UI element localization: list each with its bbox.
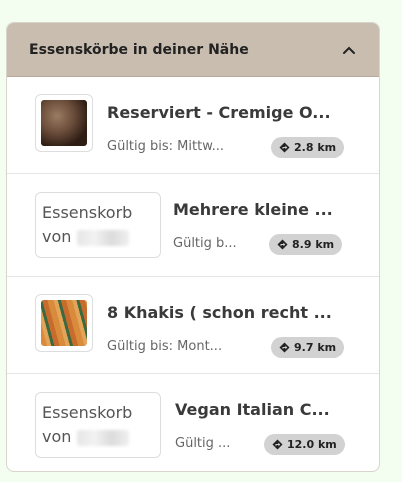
basket-valid-until: Gültig b... — [173, 236, 237, 251]
distance-value: 2.8 km — [294, 141, 337, 154]
basket-thumbnail-placeholder: Essenskorb von — [35, 392, 161, 458]
distance-badge: 8.9 km — [269, 234, 343, 255]
basket-title: Vegan Italian C... — [175, 400, 330, 419]
basket-thumbnail-placeholder: Essenskorb von — [35, 192, 161, 258]
panel-header[interactable]: Essenskörbe in deiner Nähe — [7, 23, 379, 77]
direction-icon — [279, 142, 290, 153]
basket-item[interactable]: Essenskorb von Vegan Italian C... Gültig… — [7, 374, 379, 471]
placeholder-line: von — [42, 227, 72, 246]
basket-item[interactable]: 8 Khakis ( schon recht ... Gültig bis: M… — [7, 277, 379, 374]
panel-title: Essenskörbe in deiner Nähe — [29, 41, 249, 58]
direction-icon — [272, 439, 283, 450]
basket-thumbnail — [35, 294, 93, 352]
direction-icon — [279, 342, 290, 353]
baskets-panel: Essenskörbe in deiner Nähe Reserviert - … — [6, 22, 380, 472]
basket-item[interactable]: Essenskorb von Mehrere kleine ... Gültig… — [7, 174, 379, 277]
blurred-username — [76, 229, 129, 246]
basket-thumbnail — [35, 94, 93, 152]
distance-value: 12.0 km — [287, 438, 337, 451]
placeholder-line: Essenskorb — [42, 203, 133, 222]
distance-badge: 2.8 km — [271, 137, 345, 158]
chevron-up-icon[interactable] — [341, 42, 357, 58]
direction-icon — [277, 239, 288, 250]
basket-title: Reserviert - Cremige O... — [107, 103, 331, 122]
placeholder-line: Essenskorb — [42, 403, 133, 422]
distance-value: 9.7 km — [294, 341, 337, 354]
basket-valid-until: Gültig bis: Mont... — [107, 339, 223, 354]
basket-title: Mehrere kleine ... — [173, 200, 333, 219]
distance-value: 8.9 km — [292, 238, 335, 251]
basket-valid-until: Gültig ... — [175, 436, 231, 451]
placeholder-line: von — [42, 427, 72, 446]
basket-list: Reserviert - Cremige O... Gültig bis: Mi… — [7, 77, 379, 471]
basket-valid-until: Gültig bis: Mittw... — [107, 139, 225, 154]
blurred-username — [76, 429, 129, 446]
basket-title: 8 Khakis ( schon recht ... — [107, 303, 332, 322]
distance-badge: 9.7 km — [271, 337, 345, 358]
distance-badge: 12.0 km — [264, 434, 345, 455]
basket-item[interactable]: Reserviert - Cremige O... Gültig bis: Mi… — [7, 77, 379, 174]
